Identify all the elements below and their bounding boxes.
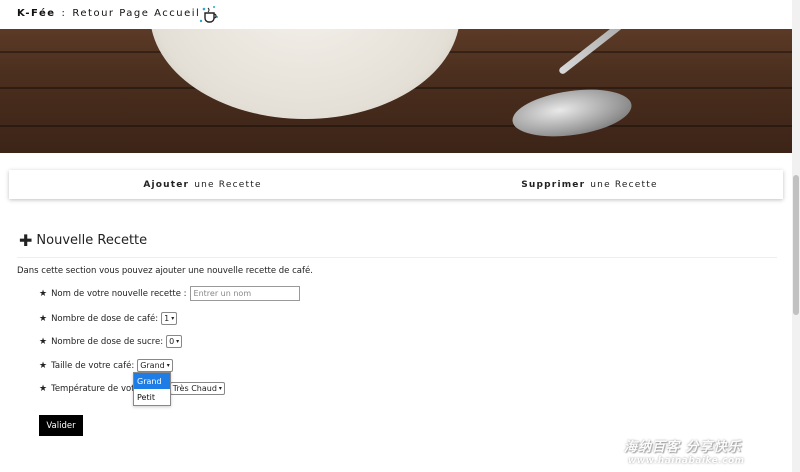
section-divider xyxy=(17,257,777,258)
star-icon: ★ xyxy=(39,383,48,394)
watermark-text: 海纳百客 分享快乐 xyxy=(624,440,742,455)
scrollbar-thumb[interactable] xyxy=(793,175,799,315)
coffee-dose-label: Nombre de dose de café: xyxy=(51,313,159,324)
hero-image xyxy=(0,29,792,153)
sugar-dose-label: Nombre de dose de sucre: xyxy=(51,336,164,347)
form-row-temperature: ★ Température de votre café: Très Chaud ▾ xyxy=(39,382,225,395)
recipe-tabs: Ajouter une Recette Supprimer une Recette xyxy=(9,170,783,199)
size-select[interactable]: Grand ▾ xyxy=(137,359,173,372)
tab-delete-bold: Supprimer xyxy=(521,179,586,190)
chevron-down-icon: ▾ xyxy=(218,385,222,392)
wood-plank-line xyxy=(0,125,792,127)
chevron-down-icon: ▾ xyxy=(171,315,175,322)
tab-delete-recipe[interactable]: Supprimer une Recette xyxy=(396,170,783,199)
star-icon: ★ xyxy=(39,288,48,299)
size-value: Grand xyxy=(140,361,165,370)
star-icon: ★ xyxy=(39,360,48,371)
form-row-coffee-dose: ★ Nombre de dose de café: 1 ▾ xyxy=(39,312,178,325)
coffee-dose-value: 1 xyxy=(164,314,170,323)
size-dropdown-list: Grand Petit xyxy=(133,372,171,406)
section-title: ✚ Nouvelle Recette xyxy=(19,231,148,250)
size-label: Taille de votre café: xyxy=(51,360,135,371)
chevron-down-icon: ▾ xyxy=(176,338,180,345)
size-option-grand[interactable]: Grand xyxy=(134,373,170,389)
star-icon: ★ xyxy=(39,336,48,347)
sugar-dose-value: 0 xyxy=(169,337,175,346)
chevron-down-icon: ▾ xyxy=(166,362,170,369)
plus-icon: ✚ xyxy=(19,231,33,250)
form-row-size: ★ Taille de votre café: Grand ▾ xyxy=(39,359,173,372)
form-row-sugar-dose: ★ Nombre de dose de sucre: 0 ▾ xyxy=(39,335,183,348)
coffee-cup-logo-icon[interactable] xyxy=(198,3,220,25)
size-option-petit[interactable]: Petit xyxy=(134,389,170,405)
name-label: Nom de votre nouvelle recette : xyxy=(51,288,187,299)
spoon-bowl-image xyxy=(509,82,635,144)
recipe-name-input[interactable]: Entrer un nom xyxy=(189,286,300,301)
sugar-dose-select[interactable]: 0 ▾ xyxy=(166,335,183,348)
brand-link[interactable]: K-Fée: Retour Page Accueil xyxy=(17,8,200,19)
section-intro: Dans cette section vous pouvez ajouter u… xyxy=(17,266,313,276)
coffee-dose-select[interactable]: 1 ▾ xyxy=(161,312,178,325)
home-link-label: Retour Page Accueil xyxy=(72,8,201,19)
brand-separator: : xyxy=(61,8,67,19)
cup-bowl-image xyxy=(150,29,460,119)
tab-delete-rest: une Recette xyxy=(590,179,658,190)
temperature-select[interactable]: Très Chaud ▾ xyxy=(169,382,225,395)
section-title-text: Nouvelle Recette xyxy=(36,233,148,248)
tab-add-recipe[interactable]: Ajouter une Recette xyxy=(9,170,396,199)
watermark-url: www.hainabaike.com xyxy=(628,456,745,466)
star-icon: ★ xyxy=(39,313,48,324)
form-row-name: ★ Nom de votre nouvelle recette : Entrer… xyxy=(39,286,300,301)
temperature-value: Très Chaud xyxy=(172,384,217,393)
tab-add-rest: une Recette xyxy=(194,179,262,190)
submit-button[interactable]: Valider xyxy=(39,415,83,436)
brand-name: K-Fée xyxy=(17,8,56,19)
recipe-name-placeholder: Entrer un nom xyxy=(193,289,252,298)
tab-add-bold: Ajouter xyxy=(143,179,190,190)
top-bar: K-Fée: Retour Page Accueil xyxy=(0,0,792,29)
